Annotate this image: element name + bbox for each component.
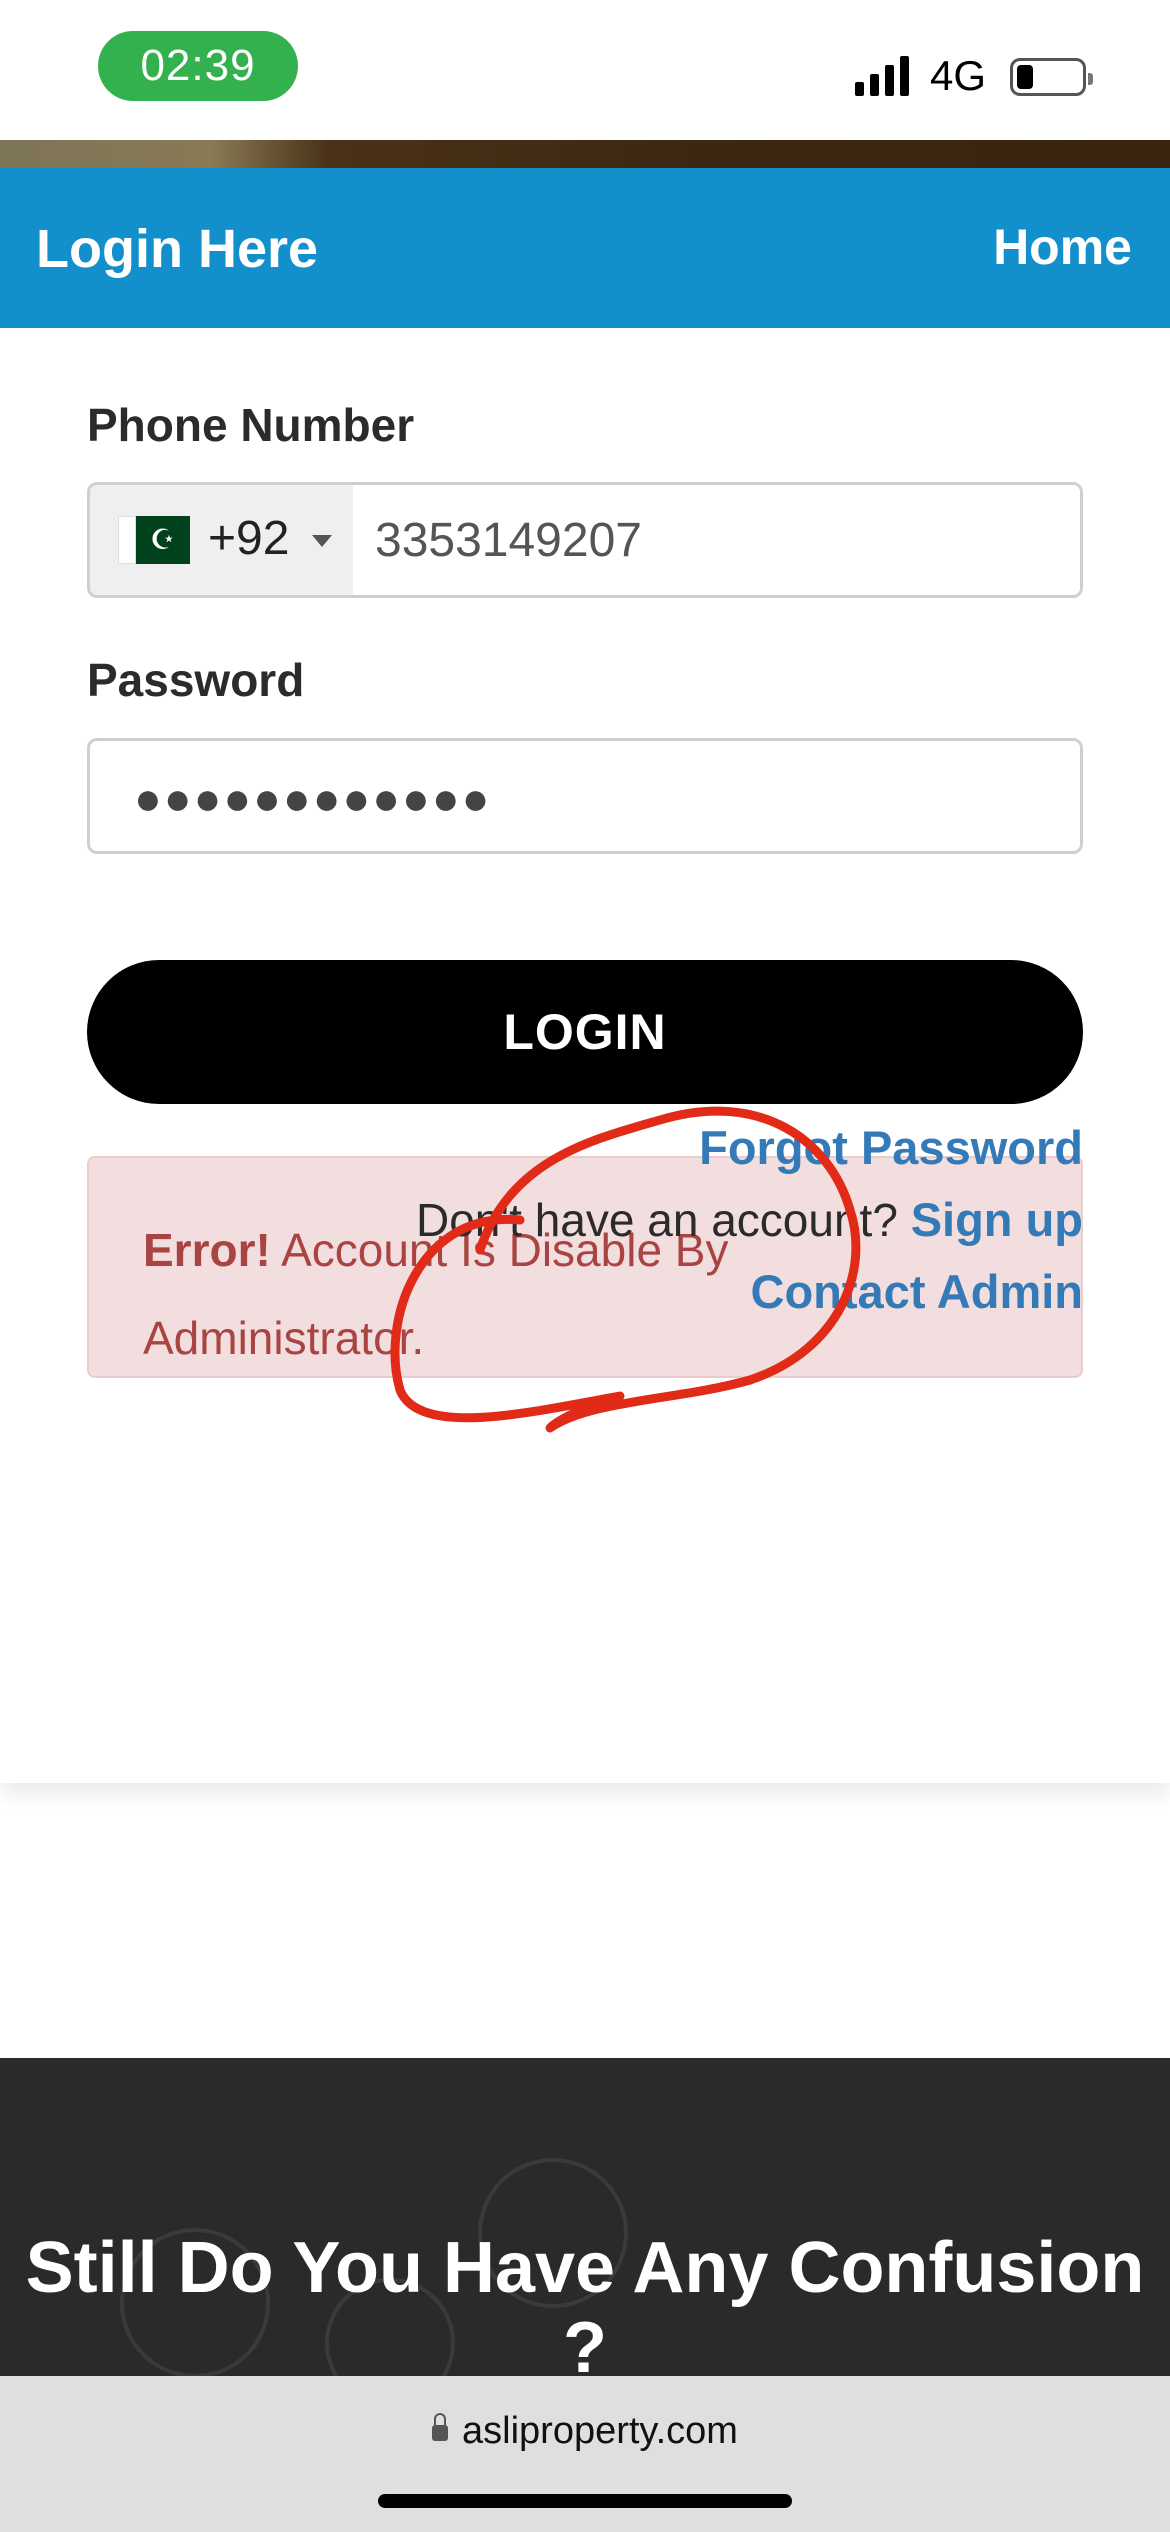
status-time: 02:39 [98, 31, 298, 101]
page-title: Login Here [36, 219, 319, 279]
sign-up-link[interactable]: Sign up [911, 1193, 1083, 1246]
country-dial-code: +92 [208, 512, 290, 565]
network-type: 4G [930, 52, 987, 99]
signal-icon [855, 56, 909, 96]
page-header: Login Here Home [0, 168, 1170, 328]
password-field[interactable]: ●●●●●●●●●●●● [87, 738, 1083, 854]
signup-line: Don't have an account? Sign up [416, 1184, 1083, 1256]
url-text: asliproperty.com [462, 2410, 738, 2452]
password-label: Password [87, 654, 305, 706]
contact-heading: Still Do You Have Any Confusion ? [25, 2228, 1145, 2378]
hero-image-strip [0, 140, 1170, 168]
login-card: Phone Number ☪ +92 Password ●●●●●●●●●●●●… [0, 328, 1170, 1783]
country-code-selector[interactable]: ☪ +92 [90, 485, 353, 595]
contact-section: Still Do You Have Any Confusion ? [0, 2058, 1170, 2378]
home-indicator[interactable] [378, 2494, 792, 2508]
pakistan-flag-icon: ☪ [118, 516, 190, 564]
password-input[interactable]: ●●●●●●●●●●●● [134, 771, 491, 825]
browser-url-bar[interactable]: asliproperty.com [0, 2376, 1170, 2532]
battery-icon [1010, 58, 1093, 96]
contact-admin-link[interactable]: Contact Admin [416, 1256, 1083, 1328]
caret-down-icon [312, 535, 332, 547]
no-account-text: Don't have an account? [416, 1194, 898, 1246]
error-prefix: Error! [143, 1224, 271, 1276]
lock-icon [432, 2413, 449, 2441]
forgot-password-link[interactable]: Forgot Password [416, 1112, 1083, 1184]
phone-number-field[interactable]: ☪ +92 [87, 482, 1083, 598]
status-bar: 02:39 4G [0, 0, 1170, 140]
phone-number-label: Phone Number [87, 399, 415, 451]
login-button[interactable]: LOGIN [87, 960, 1083, 1104]
home-link[interactable]: Home [993, 218, 1132, 276]
auth-links: Forgot Password Don't have an account? S… [416, 1112, 1083, 1328]
phone-number-input[interactable] [375, 485, 1075, 595]
url-display[interactable]: asliproperty.com [0, 2410, 1170, 2453]
